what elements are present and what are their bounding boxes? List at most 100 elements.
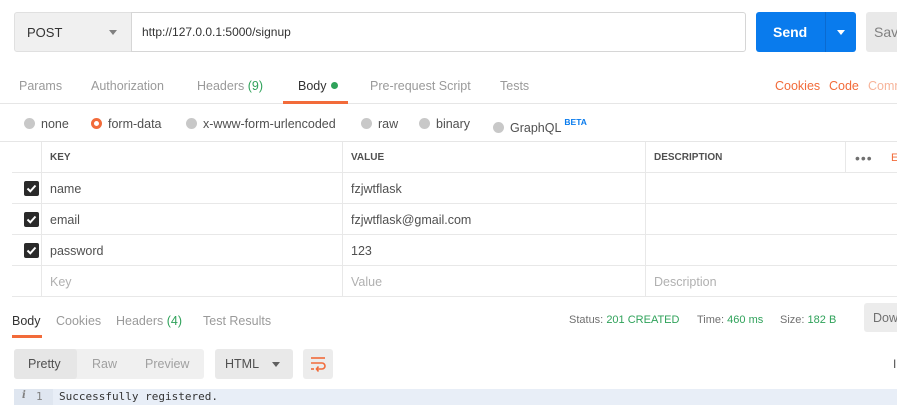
response-tab-test-results[interactable]: Test Results [203, 314, 271, 328]
send-options-chevron-icon[interactable] [837, 30, 845, 35]
request-tabs: Params Authorization Headers (9) Body Pr… [0, 70, 897, 104]
table-row: password 123 [12, 235, 897, 266]
column-header-key: KEY [41, 142, 341, 173]
key-placeholder: Key [50, 275, 72, 289]
line-number: 1 [36, 390, 43, 403]
radio-raw[interactable]: raw [361, 117, 398, 131]
cookies-link[interactable]: Cookies [775, 79, 820, 93]
radio-dot-icon [419, 118, 430, 129]
tab-tests[interactable]: Tests [500, 79, 529, 93]
body-type-selector: none form-data x-www-form-urlencoded raw… [0, 104, 897, 142]
status-label: Status: [569, 314, 604, 326]
tab-headers[interactable]: Headers (9) [197, 79, 263, 93]
view-preview-button[interactable]: Preview [145, 357, 189, 371]
key-placeholder-cell[interactable]: Key [41, 266, 341, 297]
key-cell[interactable]: name [41, 173, 341, 204]
comments-link[interactable]: Comm [868, 79, 897, 93]
active-response-tab-underline [12, 335, 42, 338]
url-input[interactable] [142, 25, 732, 39]
send-button[interactable]: Send [756, 12, 856, 52]
value-cell[interactable]: 123 [342, 235, 643, 266]
value-text: fzjwtflask@gmail.com [351, 213, 472, 227]
save-button[interactable]: Sav [866, 12, 897, 52]
key-text: email [50, 213, 80, 227]
row-checkbox[interactable] [24, 243, 39, 258]
tab-authorization[interactable]: Authorization [91, 79, 164, 93]
format-label: HTML [225, 357, 260, 371]
response-tab-body[interactable]: Body [12, 314, 41, 328]
key-text: password [50, 244, 104, 258]
radio-graphql-label: GraphQL [510, 121, 562, 135]
table-row: name fzjwtflask [12, 173, 897, 204]
time-info: Time: 460 ms [697, 314, 763, 326]
send-divider [825, 12, 826, 52]
view-raw-button[interactable]: Raw [92, 357, 117, 371]
download-button[interactable]: Dow [864, 303, 897, 332]
method-select[interactable]: POST [14, 12, 132, 52]
size-label: Size: [780, 314, 805, 326]
description-cell[interactable] [645, 173, 897, 204]
bulk-edit-link[interactable]: E [891, 152, 897, 164]
url-field[interactable] [131, 12, 746, 52]
radio-raw-label: raw [378, 117, 399, 131]
chevron-down-icon [109, 30, 117, 35]
modified-dot-icon [330, 82, 338, 89]
radio-binary[interactable]: binary [419, 117, 470, 131]
description-placeholder-cell[interactable]: Description [645, 266, 897, 297]
view-mode-group: Pretty Raw Preview [14, 349, 204, 379]
time-value: 460 ms [727, 314, 764, 326]
row-checkbox[interactable] [24, 181, 39, 196]
tab-headers-count: (9) [247, 79, 264, 93]
method-label: POST [27, 25, 63, 40]
request-bar: POST Send Sav [0, 0, 897, 62]
key-cell[interactable]: password [41, 235, 341, 266]
tab-headers-label: Headers [197, 79, 245, 93]
radio-none[interactable]: none [24, 117, 69, 131]
key-cell[interactable]: email [41, 204, 341, 235]
radio-dot-icon [493, 122, 504, 133]
value-cell[interactable]: fzjwtflask [342, 173, 643, 204]
description-placeholder: Description [654, 275, 717, 289]
tab-body-label: Body [298, 79, 327, 93]
response-tab-cookies[interactable]: Cookies [56, 314, 101, 328]
tab-body[interactable]: Body [298, 79, 338, 93]
row-checkbox[interactable] [24, 212, 39, 227]
radio-graphql[interactable]: GraphQL BETA [493, 117, 587, 135]
radio-urlencoded[interactable]: x-www-form-urlencoded [186, 117, 336, 131]
response-body-editor[interactable]: i 1 Successfully registered. [14, 389, 897, 405]
column-header-description-label: DESCRIPTION [654, 152, 723, 163]
response-tab-headers-label: Headers [116, 314, 164, 328]
chevron-down-icon [272, 362, 280, 367]
column-header-key-label: KEY [50, 152, 71, 163]
time-label: Time: [697, 314, 725, 326]
view-pretty-button[interactable]: Pretty [28, 357, 61, 371]
size-value: 182 B [807, 314, 837, 326]
wrap-lines-button[interactable] [303, 349, 333, 379]
value-cell[interactable]: fzjwtflask@gmail.com [342, 204, 643, 235]
value-placeholder-cell[interactable]: Value [342, 266, 643, 297]
response-tab-headers[interactable]: Headers (4) [116, 314, 182, 328]
column-header-value: VALUE [342, 142, 643, 173]
radio-dot-icon [24, 118, 35, 129]
info-icon: i [22, 390, 26, 401]
radio-form-data-label: form-data [108, 117, 162, 131]
tab-params[interactable]: Params [19, 79, 62, 93]
radio-dot-icon [361, 118, 372, 129]
search-icon[interactable]: I [893, 357, 896, 371]
format-select[interactable]: HTML [215, 349, 293, 379]
table-header-row: KEY VALUE DESCRIPTION ••• E [12, 142, 897, 173]
editor-gutter: i 1 [14, 389, 53, 405]
response-tab-headers-count: (4) [166, 314, 183, 328]
size-info: Size: 182 B [780, 314, 836, 326]
download-label: Dow [873, 311, 897, 325]
radio-urlencoded-label: x-www-form-urlencoded [203, 117, 336, 131]
radio-form-data[interactable]: form-data [91, 117, 162, 131]
beta-badge: BETA [564, 117, 587, 127]
more-options-icon[interactable]: ••• [855, 150, 873, 166]
code-link[interactable]: Code [829, 79, 859, 93]
description-cell[interactable] [645, 204, 897, 235]
radio-binary-label: binary [436, 117, 471, 131]
tab-prerequest-script[interactable]: Pre-request Script [370, 79, 471, 93]
status-info: Status: 201 CREATED [569, 314, 679, 326]
description-cell[interactable] [645, 235, 897, 266]
